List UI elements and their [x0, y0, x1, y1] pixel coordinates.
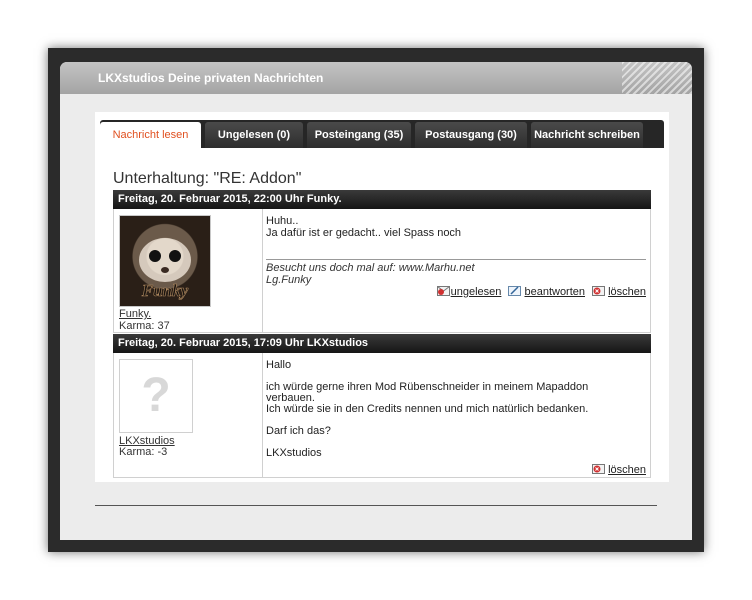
message-header: Freitag, 20. Februar 2015, 17:09 Uhr LKX…: [113, 334, 651, 353]
avatar-lettering: Funky: [141, 281, 189, 300]
message-1: Funky Funky. Karma: 37 Huhu.. Ja dafür i…: [113, 209, 651, 333]
avatar-image: Funky: [139, 238, 191, 300]
conversation-title: Unterhaltung: "RE: Addon": [113, 170, 302, 187]
body-line: Darf ich das?: [266, 425, 331, 437]
messages-panel: LKXstudios Deine privaten Nachrichten Na…: [60, 62, 692, 540]
author-name-link[interactable]: Funky.: [119, 308, 151, 320]
body-line: Ich würde sie in den Credits nennen und …: [266, 403, 589, 415]
author-karma: Karma: -3: [119, 446, 168, 458]
message-header: Freitag, 20. Februar 2015, 22:00 Uhr Fun…: [113, 190, 651, 209]
delete-link[interactable]: löschen: [608, 286, 646, 298]
delete-icon[interactable]: [592, 463, 606, 474]
title-bar: LKXstudios Deine privaten Nachrichten: [60, 62, 692, 94]
reply-icon[interactable]: [508, 285, 522, 296]
tab-read-message[interactable]: Nachricht lesen: [100, 122, 201, 148]
mark-unread-icon[interactable]: [436, 285, 450, 296]
body-line: Ja dafür ist er gedacht.. viel Spass noc…: [266, 227, 462, 239]
body-line: Huhu..: [266, 215, 299, 227]
signature-line: Besucht uns doch mal auf: www.Marhu.net: [266, 262, 475, 274]
message-2: ? LKXstudios Karma: -3 Hallo ich würde g…: [113, 353, 651, 478]
tab-unread[interactable]: Ungelesen (0): [205, 122, 303, 148]
author-karma: Karma: 37: [119, 320, 170, 332]
message-author: ? LKXstudios Karma: -3: [114, 353, 263, 477]
content-area: Nachricht lesen Ungelesen (0) Posteingan…: [95, 112, 669, 482]
tab-outbox[interactable]: Postausgang (30): [415, 122, 527, 148]
reply-link[interactable]: beantworten: [524, 286, 585, 298]
message-author: Funky Funky. Karma: 37: [114, 209, 263, 332]
message-actions: ungelesen beantworten löschen: [436, 285, 646, 298]
tab-bar: Nachricht lesen Ungelesen (0) Posteingan…: [100, 120, 664, 148]
message-actions: löschen: [592, 463, 646, 476]
tab-inbox[interactable]: Posteingang (35): [307, 122, 411, 148]
avatar-placeholder[interactable]: ?: [119, 359, 193, 433]
signature: Besucht uns doch mal auf: www.Marhu.net …: [266, 259, 646, 286]
delete-link[interactable]: löschen: [608, 464, 646, 476]
window-title: LKXstudios Deine privaten Nachrichten: [98, 71, 324, 85]
mark-unread-link[interactable]: ungelesen: [451, 286, 502, 298]
body-line: Hallo: [266, 359, 292, 371]
body-line: LKXstudios: [266, 447, 322, 459]
avatar[interactable]: Funky: [119, 215, 211, 307]
footer-divider: [95, 505, 657, 506]
delete-icon[interactable]: [592, 285, 606, 296]
tab-write-message[interactable]: Nachricht schreiben: [531, 122, 643, 148]
